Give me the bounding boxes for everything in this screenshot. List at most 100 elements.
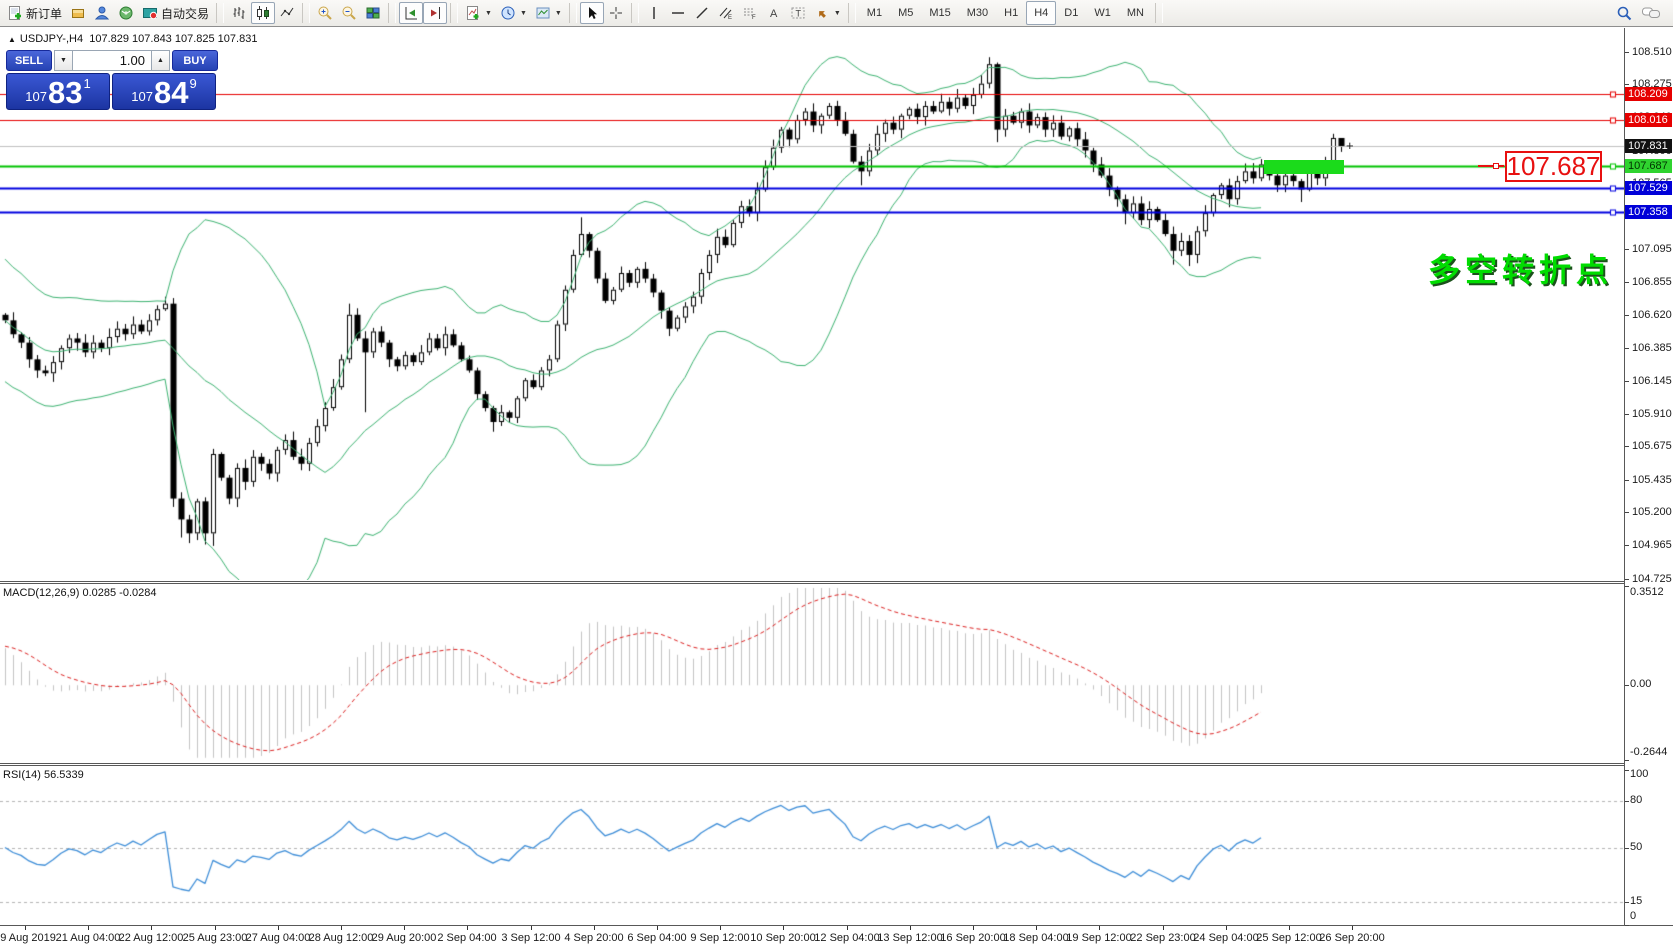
chat-bubbles-icon (1641, 5, 1661, 21)
tf-m30[interactable]: M30 (959, 1, 996, 25)
bar-chart-button[interactable] (227, 2, 251, 24)
tf-w1[interactable]: W1 (1086, 1, 1119, 25)
buy-button[interactable]: BUY (172, 50, 218, 71)
search-button[interactable] (1612, 2, 1637, 24)
time-tick-mark (215, 926, 216, 930)
price-tick-label: 105.675 (1632, 440, 1672, 452)
text-label-icon: T (790, 5, 806, 21)
indicators-button[interactable]: ▼ (461, 2, 496, 24)
crosshair-icon (608, 5, 624, 21)
time-label: 18 Sep 04:00 (1003, 932, 1068, 944)
dropdown-caret: ▼ (834, 10, 841, 17)
candlestick-chart-button[interactable] (251, 2, 275, 24)
price-tick-mark (1625, 249, 1629, 250)
buy-price-button[interactable]: 107 84 9 (112, 73, 216, 110)
auto-scroll-button[interactable] (399, 2, 423, 24)
chart-symbol-period: USDJPY-,H4 (20, 33, 83, 45)
time-tick-mark (88, 926, 89, 930)
terminal-button[interactable] (114, 2, 138, 24)
time-label: 25 Aug 23:00 (183, 932, 248, 944)
sell-price-button[interactable]: 107 83 1 (6, 73, 110, 110)
callout-handle[interactable] (1493, 163, 1499, 169)
time-tick-mark (657, 926, 658, 930)
main-price-chart[interactable] (0, 28, 1624, 580)
time-label: 27 Aug 04:00 (246, 932, 311, 944)
price-tick-mark (1625, 446, 1629, 447)
sell-price-sup: 1 (83, 76, 90, 91)
price-tick-label: 106.855 (1632, 276, 1672, 288)
time-tick-mark (531, 926, 532, 930)
price-tick-label: 107.095 (1632, 243, 1672, 255)
market-watch-button[interactable] (66, 2, 90, 24)
time-tick-mark (341, 926, 342, 930)
time-tick-mark (404, 926, 405, 930)
chart-shift-button[interactable] (423, 2, 447, 24)
window-separator[interactable] (0, 763, 1673, 766)
periods-button[interactable]: ▼ (496, 2, 531, 24)
sell-button[interactable]: SELL (6, 50, 52, 71)
macd-axis-label: 0.00 (1630, 678, 1651, 690)
arrows-button[interactable]: ▼ (810, 2, 845, 24)
new-order-button[interactable]: 新订单 (3, 2, 66, 24)
rsi-tick-mark (1625, 925, 1629, 926)
line-chart-button[interactable] (275, 2, 299, 24)
chinese-annotation-text[interactable]: 多空转折点 (1428, 245, 1613, 291)
time-label: 21 Aug 04:00 (56, 932, 121, 944)
chart-shift-icon (427, 5, 443, 21)
vertical-line-icon (646, 5, 662, 21)
tf-m15[interactable]: M15 (921, 1, 958, 25)
toolbar-separator (450, 3, 458, 23)
tf-mn[interactable]: MN (1119, 1, 1152, 25)
templates-button[interactable]: ▼ (531, 2, 566, 24)
highlight-rectangle[interactable] (1264, 160, 1344, 174)
time-tick-mark (278, 926, 279, 930)
zoom-in-button[interactable] (313, 2, 337, 24)
volume-down-button[interactable]: ▼ (54, 50, 73, 71)
time-tick-mark (973, 926, 974, 930)
rsi-tick-mark (1625, 902, 1629, 903)
vertical-line-button[interactable] (642, 2, 666, 24)
price-tick-mark (1625, 414, 1629, 415)
zoom-out-button[interactable] (337, 2, 361, 24)
autotrading-button[interactable]: 自动交易 (138, 2, 213, 24)
volume-input[interactable]: 1.00 (73, 50, 151, 71)
tf-h1[interactable]: H1 (996, 1, 1026, 25)
rsi-tick-mark (1625, 770, 1629, 771)
crosshair-button[interactable] (604, 2, 628, 24)
text-icon: A (766, 5, 782, 21)
price-callout-box[interactable]: 107.687 (1505, 151, 1602, 182)
price-line-label: 108.016 (1625, 113, 1672, 127)
text-button[interactable]: A (762, 2, 786, 24)
macd-indicator-chart[interactable] (0, 584, 1624, 762)
horizontal-line-button[interactable] (666, 2, 690, 24)
rsi-axis-label: 100 (1630, 768, 1648, 780)
autotrading-label: 自动交易 (161, 5, 209, 22)
price-tick-label: 106.620 (1632, 309, 1672, 321)
tf-m5[interactable]: M5 (890, 1, 921, 25)
rsi-axis-label: 0 (1630, 910, 1636, 922)
volume-up-button[interactable]: ▲ (151, 50, 170, 71)
chat-button[interactable] (1637, 2, 1665, 24)
sell-price-big: 83 (48, 78, 82, 107)
trendline-button[interactable] (690, 2, 714, 24)
tile-windows-button[interactable] (361, 2, 385, 24)
text-label-button[interactable]: T (786, 2, 810, 24)
tf-h4[interactable]: H4 (1026, 1, 1056, 25)
tf-d1[interactable]: D1 (1056, 1, 1086, 25)
fibonacci-icon: F (742, 5, 758, 21)
tf-m1[interactable]: M1 (859, 1, 890, 25)
navigator-button[interactable] (90, 2, 114, 24)
fibonacci-button[interactable]: F (738, 2, 762, 24)
window-separator[interactable] (0, 581, 1673, 584)
price-tick-mark (1625, 315, 1629, 316)
rsi-tick-mark (1625, 848, 1629, 849)
clock-icon (500, 5, 516, 21)
candlestick-chart-icon (255, 5, 271, 21)
channel-button[interactable]: E (714, 2, 738, 24)
zoom-in-icon (317, 5, 333, 21)
toolbar-separator (631, 3, 639, 23)
rsi-indicator-chart[interactable] (0, 766, 1624, 925)
tile-windows-icon (365, 5, 381, 21)
cursor-button[interactable] (580, 2, 604, 24)
time-tick-mark (594, 926, 595, 930)
